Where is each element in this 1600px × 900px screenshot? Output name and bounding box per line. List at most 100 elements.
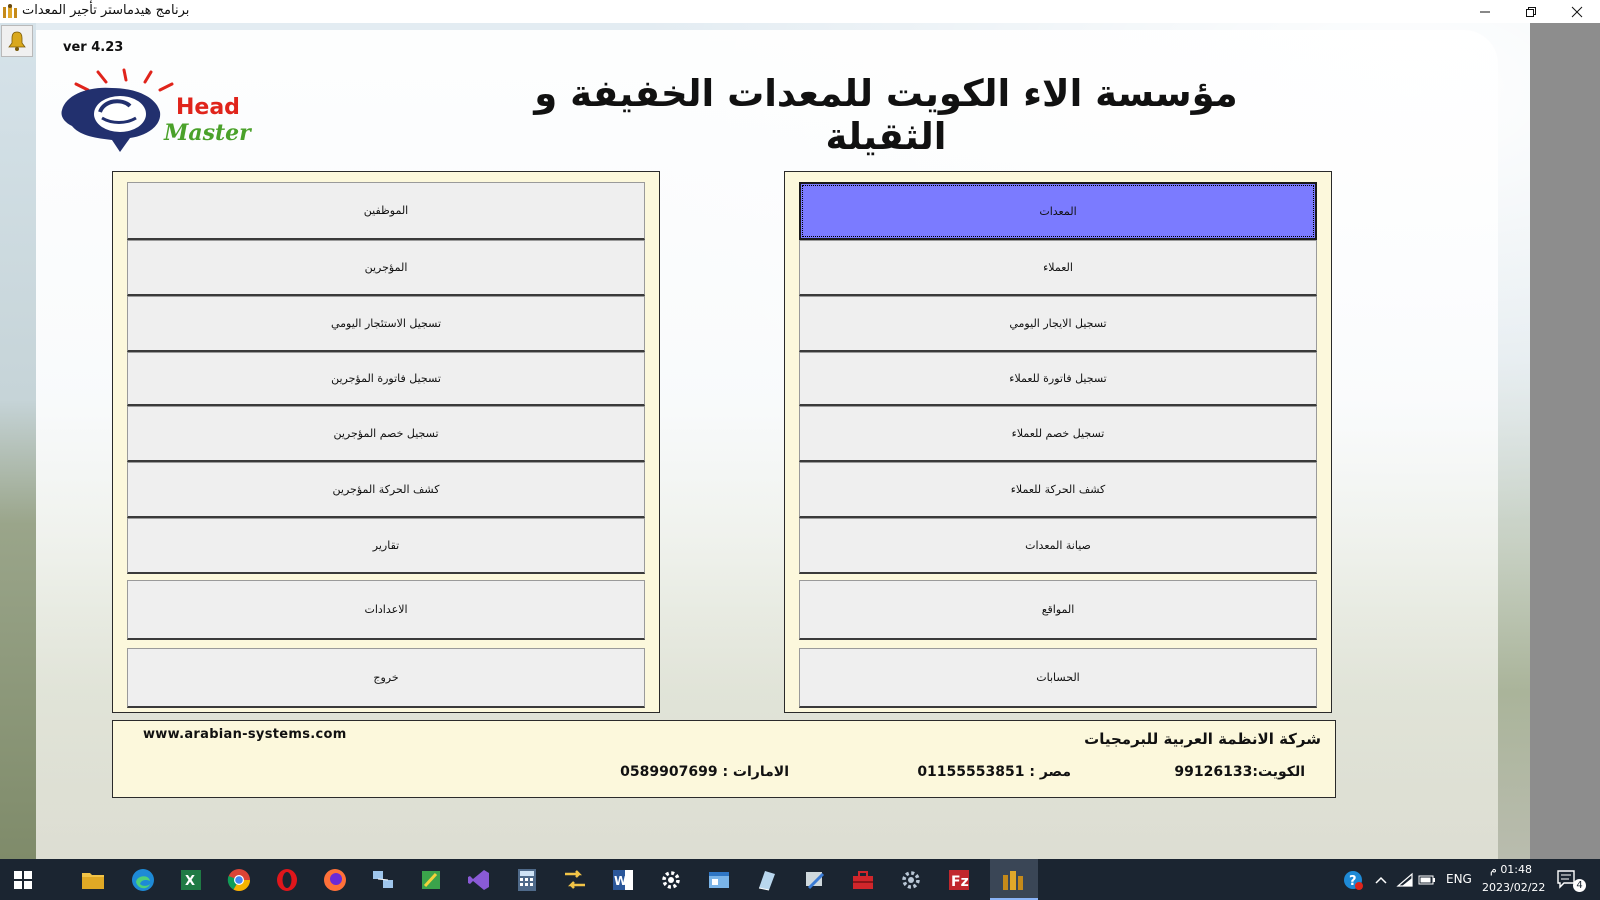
battery-tray-button[interactable] — [1414, 867, 1440, 893]
right-menu-panel: المعدات العملاء تسجيل الايجار اليومي تسج… — [784, 171, 1332, 713]
firefox-button[interactable] — [322, 867, 348, 893]
window-title: برنامج هيدماستر تأجير المعدات — [22, 3, 190, 18]
headmaster-app-button[interactable] — [1000, 867, 1026, 893]
settings-button[interactable]: الاعدادات — [127, 580, 645, 640]
notebook-icon — [758, 871, 775, 891]
word-icon: W — [613, 870, 633, 890]
bell-icon — [8, 31, 26, 51]
excel-button[interactable]: X — [178, 867, 204, 893]
wifi-icon — [1396, 872, 1413, 887]
employees-button[interactable]: الموظفين — [127, 182, 645, 240]
minimize-icon — [1480, 11, 1490, 12]
phone-egypt: مصر : 01155553851 — [917, 764, 1071, 780]
customer-discount-button[interactable]: تسجيل خصم للعملاء — [799, 406, 1317, 462]
reports-button[interactable]: تقارير — [127, 518, 645, 574]
svg-text:Fz: Fz — [951, 874, 969, 890]
help-icon: ? — [1344, 871, 1363, 890]
cog-icon — [902, 871, 920, 889]
language-indicator[interactable]: ENG — [1446, 872, 1472, 886]
restore-icon — [1526, 6, 1536, 17]
start-button[interactable] — [10, 867, 36, 893]
daily-lease-button[interactable]: تسجيل الاستئجار اليومي — [127, 296, 645, 352]
customers-button[interactable]: العملاء — [799, 240, 1317, 296]
opera-button[interactable] — [274, 867, 300, 893]
notes-app-button[interactable] — [754, 867, 780, 893]
footer-company-name: شركة الانظمة العربية للبرمجيات — [1084, 730, 1321, 748]
help-tray-button[interactable]: ? — [1340, 867, 1366, 893]
battery-icon — [1418, 875, 1435, 885]
system-config-button[interactable] — [898, 867, 924, 893]
clock-time[interactable]: 01:48 م — [1490, 863, 1532, 876]
app-icon — [3, 4, 17, 18]
desktop-background-right — [1530, 23, 1600, 859]
clock-date[interactable]: 2023/02/22 — [1482, 881, 1545, 894]
edge-icon — [132, 869, 154, 891]
calculator-button[interactable] — [514, 867, 540, 893]
tools-icon — [806, 872, 825, 890]
excel-icon: X — [181, 870, 201, 890]
file-explorer-button[interactable] — [80, 867, 106, 893]
company-title: مؤسسة الاء الكويت للمعدات الخفيفة و الثق… — [534, 72, 1238, 158]
word-button[interactable]: W — [610, 867, 636, 893]
svg-text:Head: Head — [176, 95, 240, 120]
svg-text:X: X — [185, 874, 195, 889]
filezilla-icon: Fz — [949, 870, 969, 890]
daily-rental-button[interactable]: تسجيل الايجار اليومي — [799, 296, 1317, 352]
customer-invoice-button[interactable]: تسجيل فاتورة للعملاء — [799, 352, 1317, 406]
left-menu-panel: الموظفين المؤجرين تسجيل الاستئجار اليومي… — [112, 171, 660, 713]
taskbar: X W Fz ? ENG 01:48 م 2023/02/22 4 — [0, 859, 1600, 900]
chrome-button[interactable] — [226, 867, 252, 893]
equipment-maintenance-button[interactable]: صيانة المعدات — [799, 518, 1317, 574]
opera-icon — [277, 869, 297, 891]
window-app-icon — [709, 872, 729, 888]
close-icon — [1571, 6, 1583, 17]
visual-studio-icon — [468, 870, 489, 890]
settings-app-button[interactable] — [658, 867, 684, 893]
lessor-invoice-button[interactable]: تسجيل فاتورة المؤجرين — [127, 352, 645, 406]
version-label: ver 4.23 — [63, 40, 124, 55]
headmaster-app-icon — [1003, 871, 1023, 890]
filezilla-button[interactable]: Fz — [946, 867, 972, 893]
equipment-button[interactable]: المعدات — [799, 182, 1317, 240]
footer-info-box: www.arabian-systems.com شركة الانظمة الع… — [112, 720, 1336, 798]
svg-text:W: W — [614, 874, 627, 888]
exit-button[interactable]: خروج — [127, 648, 645, 708]
close-button[interactable] — [1554, 0, 1600, 23]
app-window-button[interactable] — [706, 867, 732, 893]
title-bar: برنامج هيدماستر تأجير المعدات — [0, 0, 1600, 23]
firefox-icon — [324, 869, 346, 891]
lessor-discount-button[interactable]: تسجيل خصم المؤجرين — [127, 406, 645, 462]
notification-count-badge: 4 — [1573, 879, 1586, 892]
image-editor-button[interactable] — [418, 867, 444, 893]
network-computers-icon — [373, 871, 393, 888]
visual-studio-button[interactable] — [466, 867, 492, 893]
calculator-icon — [518, 869, 536, 891]
image-edit-icon — [422, 871, 440, 889]
file-transfer-button[interactable] — [562, 867, 588, 893]
phone-uae: الامارات : 0589907699 — [620, 764, 789, 780]
folder-icon — [82, 873, 104, 889]
windows-icon — [14, 871, 32, 889]
minimize-button[interactable] — [1462, 0, 1508, 23]
accounts-button[interactable]: الحسابات — [799, 648, 1317, 708]
customer-statement-button[interactable]: كشف الحركة للعملاء — [799, 462, 1317, 518]
phone-kuwait: الكويت:99126133 — [1174, 764, 1305, 780]
transfer-arrows-icon — [565, 870, 585, 889]
tools-app-button[interactable] — [802, 867, 828, 893]
main-window: ver 4.23 Head Master مؤسسة الاء الكويت ل… — [36, 23, 1530, 859]
lessor-statement-button[interactable]: كشف الحركة المؤجرين — [127, 462, 645, 518]
gear-icon — [662, 871, 680, 889]
toolbox-app-button[interactable] — [850, 867, 876, 893]
svg-text:Master: Master — [163, 120, 252, 146]
restore-button[interactable] — [1508, 0, 1554, 23]
head-master-logo: Head Master — [61, 68, 252, 152]
network-app-button[interactable] — [370, 867, 396, 893]
notification-bell-button[interactable] — [1, 25, 33, 57]
lessors-button[interactable]: المؤجرين — [127, 240, 645, 296]
toolbox-icon — [853, 871, 873, 889]
locations-button[interactable]: المواقع — [799, 580, 1317, 640]
desktop-background — [0, 23, 36, 859]
website-link[interactable]: www.arabian-systems.com — [143, 727, 347, 742]
show-hidden-icons-button[interactable] — [1368, 867, 1394, 893]
edge-button[interactable] — [130, 867, 156, 893]
